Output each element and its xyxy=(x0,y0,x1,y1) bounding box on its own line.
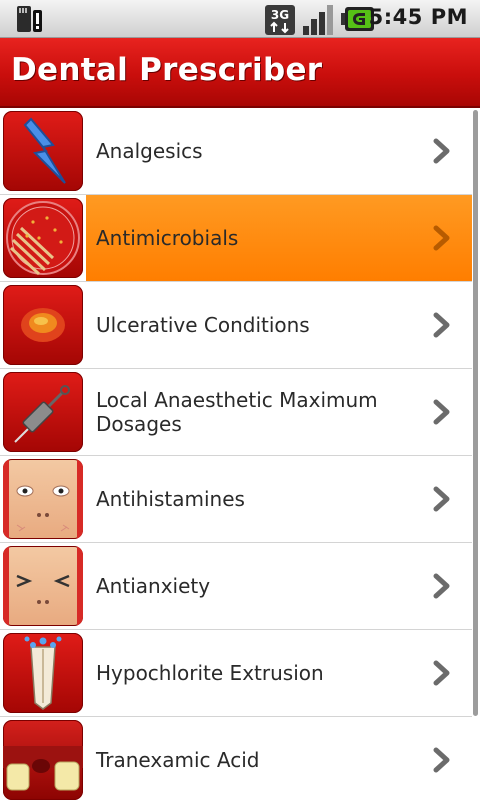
chevron-right-icon xyxy=(433,138,450,164)
list-item-label: Ulcerative Conditions xyxy=(96,313,310,337)
list-item-tranexamic-acid[interactable]: Tranexamic Acid xyxy=(0,717,472,800)
list-item-label: Local Anaesthetic Maximum Dosages xyxy=(96,388,378,436)
list-scrollbar[interactable] xyxy=(473,110,478,716)
swollen-face-icon xyxy=(3,459,83,539)
list-item-label: Antimicrobials xyxy=(96,226,239,250)
chevron-right-icon xyxy=(433,486,450,512)
category-list[interactable]: Analgesics Antimicrobials Ulcerative Con… xyxy=(0,108,480,800)
chevron-right-icon xyxy=(433,747,450,773)
list-item-label: Hypochlorite Extrusion xyxy=(96,661,324,685)
signal-strength-icon xyxy=(302,4,336,40)
clock: 5:45 PM xyxy=(368,5,468,29)
list-item-label: Tranexamic Acid xyxy=(96,748,260,772)
list-item-analgesics[interactable]: Analgesics xyxy=(0,108,472,195)
list-item-hypochlorite-extrusion[interactable]: Hypochlorite Extrusion xyxy=(0,630,472,717)
chevron-right-icon xyxy=(433,399,450,425)
list-item-local-anaesthetic[interactable]: Local Anaesthetic Maximum Dosages xyxy=(0,369,472,456)
chevron-right-icon xyxy=(433,225,450,251)
list-item-label: Antihistamines xyxy=(96,487,245,511)
list-item-antimicrobials[interactable]: Antimicrobials xyxy=(0,195,472,282)
lightning-icon xyxy=(3,111,83,191)
network-type-label: 3G xyxy=(271,8,289,22)
app-title-bar: Dental Prescriber xyxy=(0,38,480,108)
list-item-label: Antianxiety xyxy=(96,574,211,598)
list-item-antianxiety[interactable]: Antianxiety xyxy=(0,543,472,630)
list-item-antihistamines[interactable]: Antihistamines xyxy=(0,456,472,543)
tooth-root-icon xyxy=(3,633,83,713)
list-item-label: Analgesics xyxy=(96,139,203,163)
chevron-right-icon xyxy=(433,573,450,599)
app-title: Dental Prescriber xyxy=(11,52,323,88)
syringe-icon xyxy=(3,372,83,452)
chevron-right-icon xyxy=(433,312,450,338)
chevron-right-icon xyxy=(433,660,450,686)
list-item-ulcerative-conditions[interactable]: Ulcerative Conditions xyxy=(0,282,472,369)
teeth-gum-icon xyxy=(3,720,83,800)
3g-data-icon: 3G xyxy=(264,4,296,40)
status-bar: 3G 5:45 PM xyxy=(0,0,480,38)
anxious-face-icon xyxy=(3,546,83,626)
sd-card-warning-icon xyxy=(14,4,44,38)
petri-dish-icon xyxy=(3,198,83,278)
ulcer-icon xyxy=(3,285,83,365)
